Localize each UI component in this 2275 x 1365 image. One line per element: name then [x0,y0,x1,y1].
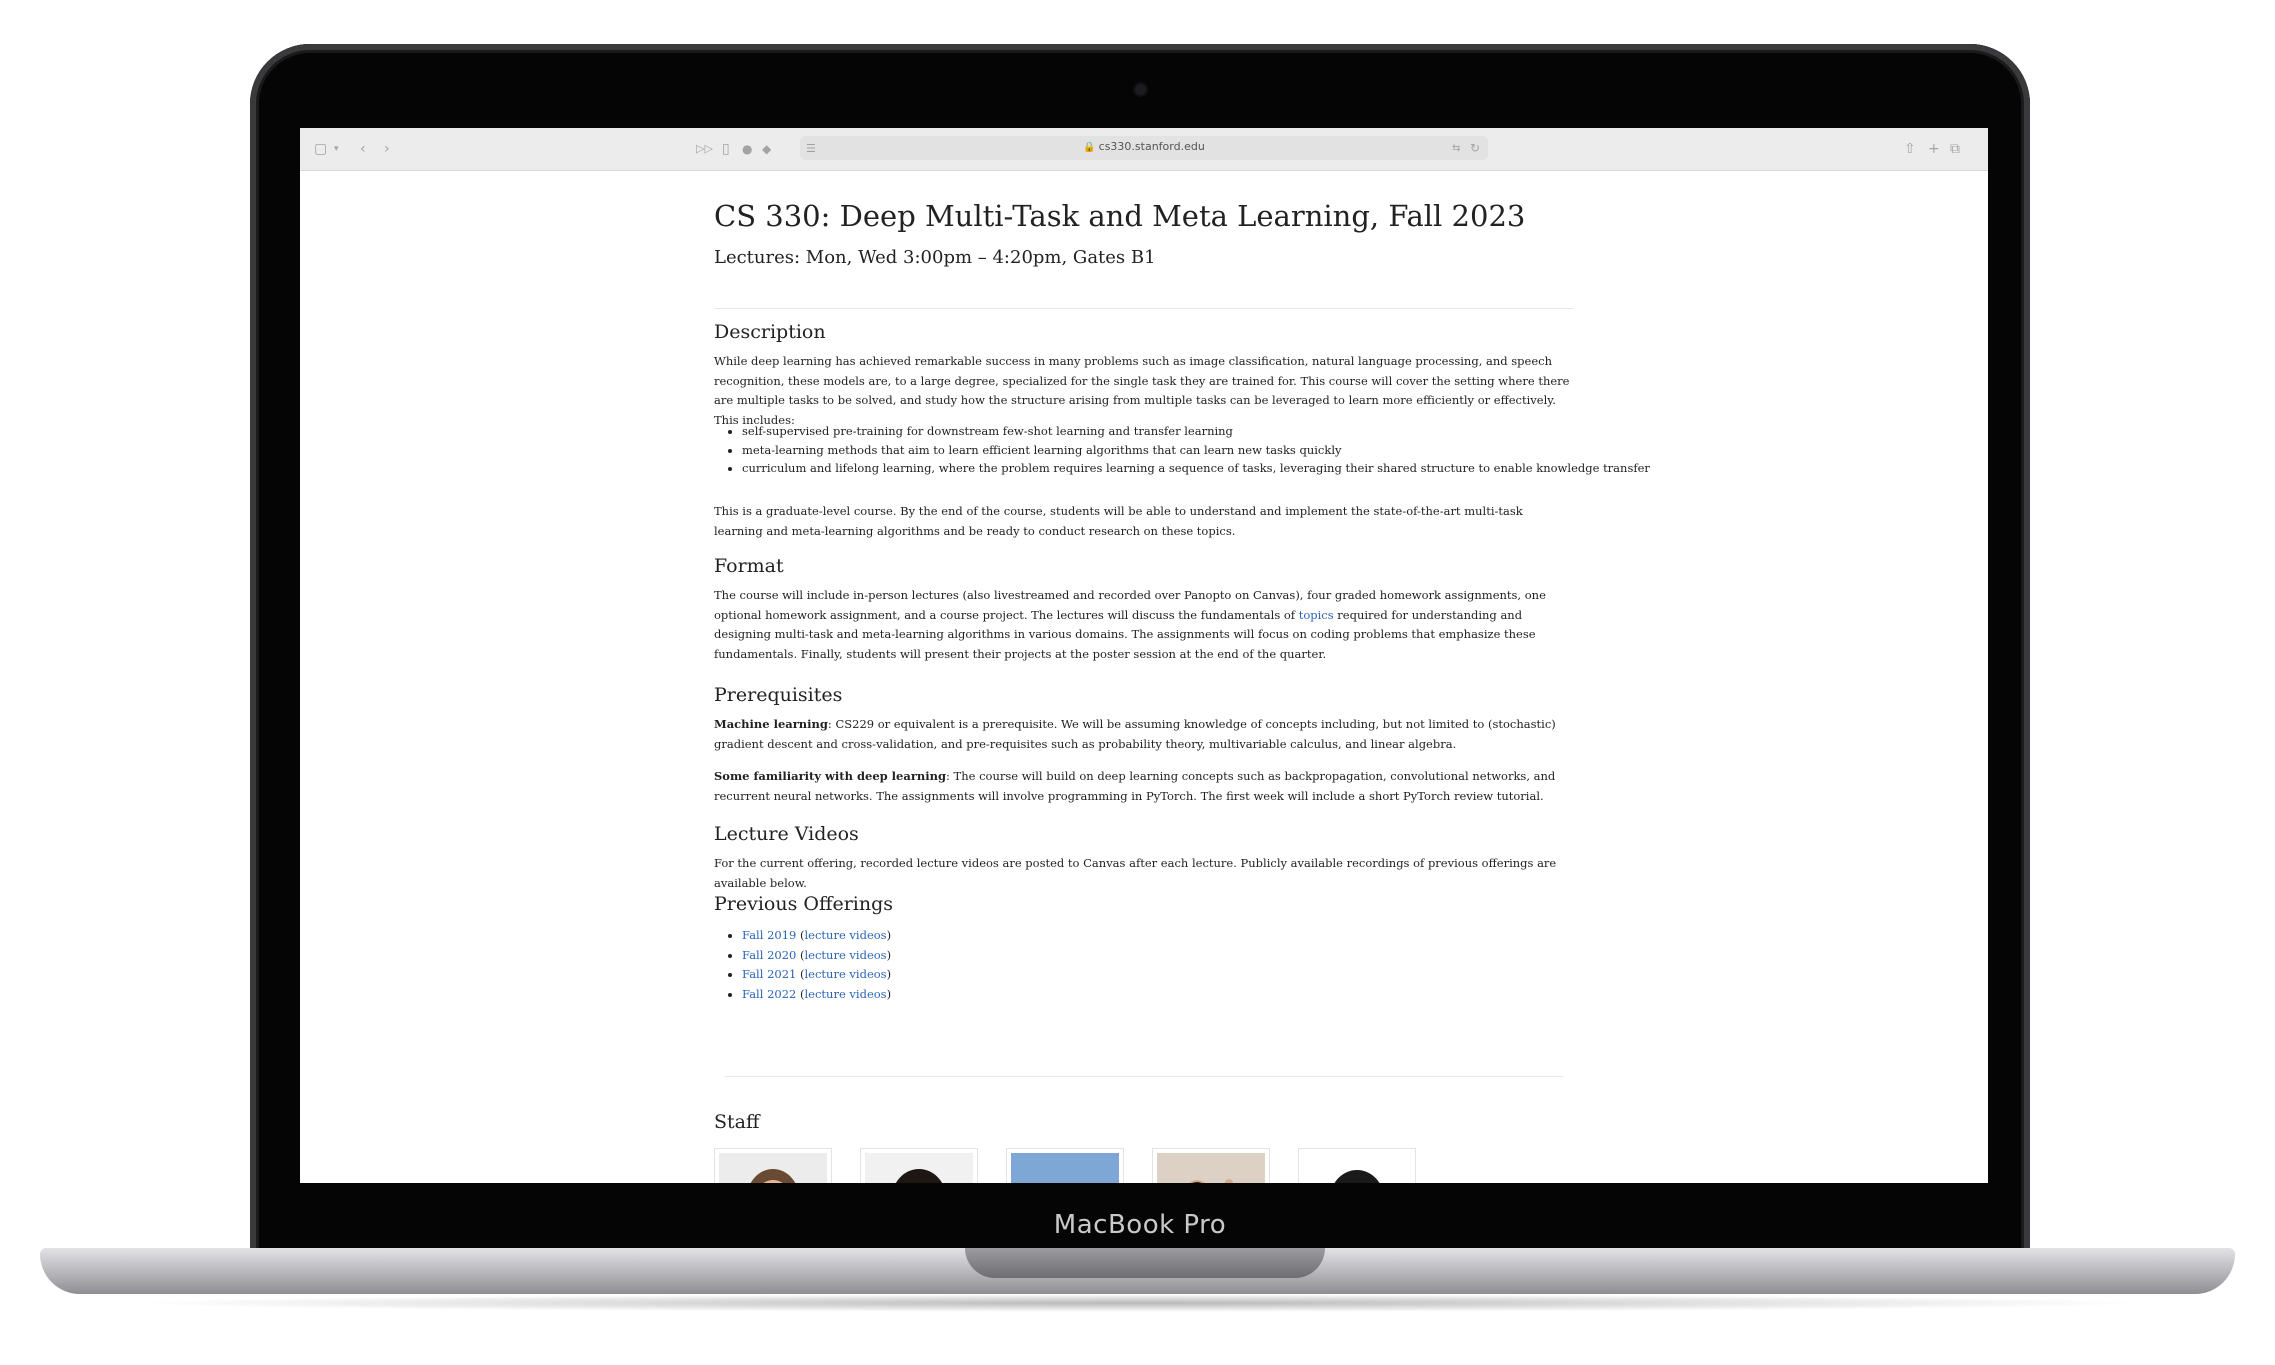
lecture-videos-link[interactable]: lecture videos [805,967,887,981]
list-item: Fall 2021 (lecture videos) [742,965,891,985]
description-outro: This is a graduate-level course. By the … [714,504,1523,538]
browser-toolbar: ▢ ▾ ‹ › ▷▷ ▯ ● ◆ ☰ 🔒 cs330.stanford.edu ⇆… [300,128,1988,171]
lecture-videos-link[interactable]: lecture videos [805,948,887,962]
staff-card[interactable] [860,1148,978,1183]
staff-photo [1303,1153,1411,1183]
back-icon[interactable]: ‹ [360,140,366,158]
laptop-notch [965,1248,1325,1278]
device-label: MacBook Pro [1053,1210,1227,1240]
chevron-down-icon[interactable]: ▾ [334,140,339,158]
staff-heading: Staff [714,1111,760,1133]
lecture-videos-text: For the current offering, recorded lectu… [714,856,1557,890]
reader-icon[interactable]: ▷▷ [696,140,713,158]
description-heading: Description [714,321,826,343]
offering-link[interactable]: Fall 2021 [742,967,796,981]
staff-card[interactable] [1006,1148,1124,1183]
format-heading: Format [714,555,784,577]
privacy-icon[interactable]: ● [742,140,752,158]
lock-icon: 🔒 [1083,142,1096,153]
page-icon[interactable]: ▯ [722,140,730,158]
divider [724,1076,1564,1077]
address-bar[interactable]: ☰ 🔒 cs330.stanford.edu ⇆ ↻ [800,136,1488,160]
format-text: The course will include in-person lectur… [714,588,1546,661]
url-text: cs330.stanford.edu [1098,140,1205,153]
staff-photo [1011,1153,1119,1183]
list-item: curriculum and lifelong learning, where … [742,459,1650,478]
list-item: Fall 2020 (lecture videos) [742,946,891,966]
staff-photo [865,1153,973,1183]
topics-link[interactable]: topics [1299,608,1334,622]
staff-photo [1157,1153,1265,1183]
list-item: self-supervised pre-training for downstr… [742,422,1650,441]
prerequisites-heading: Prerequisites [714,684,843,706]
reload-icon[interactable]: ↻ [1470,139,1480,157]
previous-offerings-list: Fall 2019 (lecture videos) Fall 2020 (le… [714,926,891,1004]
tabs-icon[interactable]: ⧉ [1950,140,1960,158]
lecture-videos-heading: Lecture Videos [714,823,859,845]
share-icon[interactable]: ⇧ [1904,140,1916,158]
offering-link[interactable]: Fall 2020 [742,948,796,962]
new-tab-icon[interactable]: + [1928,140,1940,158]
list-item: Fall 2019 (lecture videos) [742,926,891,946]
camera-icon [1135,84,1146,95]
list-item: meta-learning methods that aim to learn … [742,441,1650,460]
lecture-schedule: Lectures: Mon, Wed 3:00pm – 4:20pm, Gate… [714,247,1156,268]
staff-card[interactable] [1298,1148,1416,1183]
screen: ▢ ▾ ‹ › ▷▷ ▯ ● ◆ ☰ 🔒 cs330.stanford.edu ⇆… [300,128,1988,1183]
list-item: Fall 2022 (lecture videos) [742,985,891,1005]
offering-link[interactable]: Fall 2022 [742,987,796,1001]
staff-photo [719,1153,827,1183]
sidebar-icon[interactable]: ▢ [314,140,327,158]
translate-icon[interactable]: ⇆ [1452,140,1460,158]
offering-link[interactable]: Fall 2019 [742,928,796,942]
forward-icon[interactable]: › [384,140,390,158]
divider [714,308,1574,309]
previous-offerings-heading: Previous Offerings [714,893,894,915]
extension-icon[interactable]: ◆ [762,140,771,158]
prereq-ml: Machine learning: CS229 or equivalent is… [714,717,1556,751]
description-intro: While deep learning has achieved remarka… [714,354,1570,427]
staff-card[interactable] [1152,1148,1270,1183]
laptop-shadow [120,1294,2155,1312]
prereq-dl: Some familiarity with deep learning: The… [714,769,1556,803]
lecture-videos-link[interactable]: lecture videos [805,928,887,942]
page-title: CS 330: Deep Multi-Task and Meta Learnin… [714,199,1526,233]
description-list: self-supervised pre-training for downstr… [714,422,1650,478]
lecture-videos-link[interactable]: lecture videos [805,987,887,1001]
staff-card[interactable] [714,1148,832,1183]
